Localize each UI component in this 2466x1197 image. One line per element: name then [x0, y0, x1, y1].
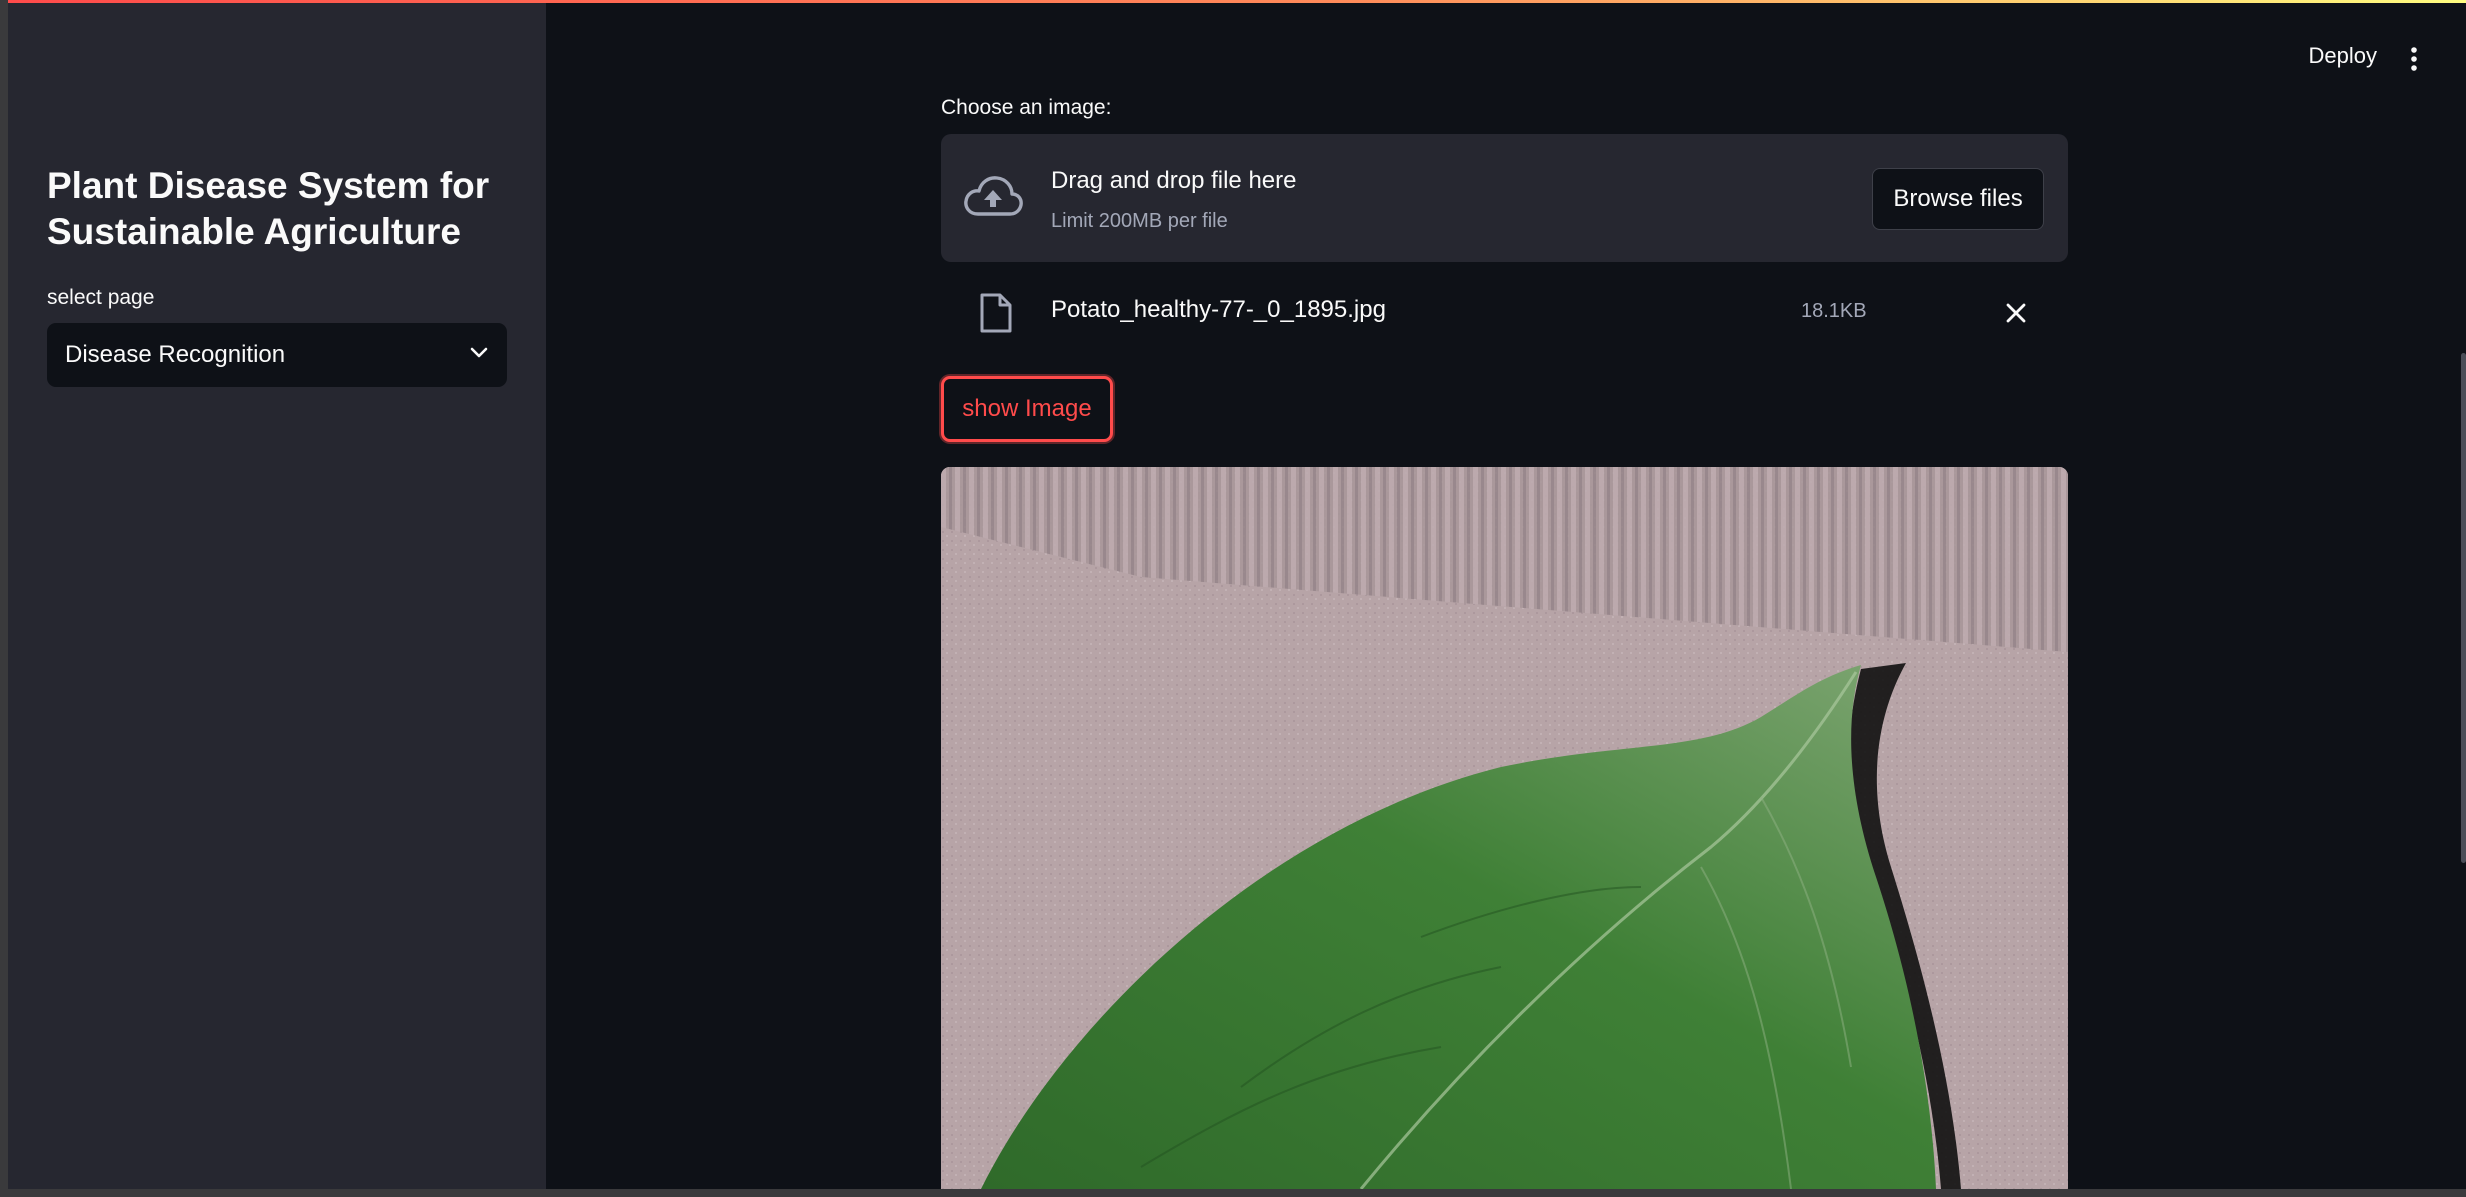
vertical-ellipsis-icon[interactable]	[2403, 45, 2425, 73]
select-page-label: select page	[47, 286, 155, 309]
uploaded-file-size: 18.1KB	[1801, 300, 1867, 322]
browse-files-button[interactable]: Browse files	[1872, 168, 2044, 230]
page-select-value: Disease Recognition	[65, 341, 286, 368]
chevron-down-icon	[469, 346, 489, 365]
close-icon[interactable]	[2003, 300, 2029, 326]
app-title: Plant Disease System for Sustainable Agr…	[47, 165, 490, 252]
deploy-button[interactable]: Deploy	[2309, 43, 2377, 69]
sidebar: Plant Disease System for Sustainable Agr…	[8, 3, 546, 1189]
uploaded-leaf-image	[941, 467, 2068, 1189]
uploaded-file-name: Potato_healthy-77-_0_1895.jpg	[1051, 296, 1386, 323]
dropzone-title: Drag and drop file here	[1051, 167, 1297, 194]
file-icon	[979, 292, 1013, 334]
dropzone-limit: Limit 200MB per file	[1051, 210, 1228, 232]
main-area: Deploy Choose an image: Drag and drop fi…	[546, 3, 2466, 1189]
page-select[interactable]: Disease Recognition	[47, 323, 507, 387]
scrollbar[interactable]	[2461, 353, 2466, 863]
show-image-button[interactable]: show Image	[941, 376, 1113, 442]
uploader-label: Choose an image:	[941, 96, 1112, 119]
cloud-upload-icon	[963, 174, 1023, 220]
uploaded-file-row: Potato_healthy-77-_0_1895.jpg 18.1KB	[941, 278, 2068, 348]
app-window: Plant Disease System for Sustainable Agr…	[8, 0, 2466, 1189]
file-dropzone[interactable]: Drag and drop file here Limit 200MB per …	[941, 134, 2068, 262]
